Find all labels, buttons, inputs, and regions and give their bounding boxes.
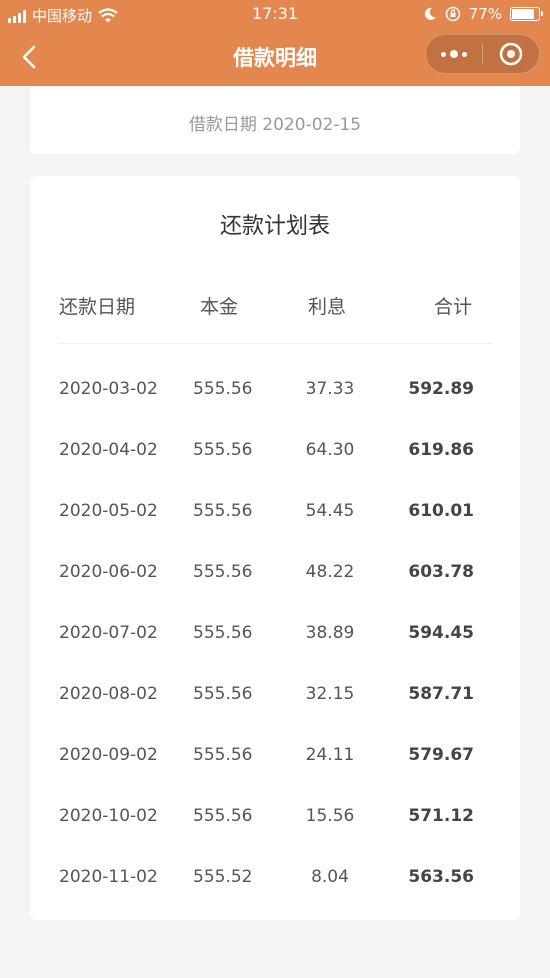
row-date: 2020-06-02 xyxy=(59,562,158,582)
row-total: 563.56 xyxy=(408,867,474,887)
loan-info-card: 借款日期 2020-02-15 xyxy=(30,86,520,154)
close-miniprogram-button[interactable] xyxy=(483,35,539,73)
row-principal: 555.56 xyxy=(193,501,253,521)
row-date: 2020-11-02 xyxy=(59,867,158,887)
header-divider xyxy=(58,343,492,344)
row-principal: 555.56 xyxy=(193,379,253,399)
moon-icon xyxy=(424,7,436,20)
table-row: 2020-03-02 555.56 37.33 592.89 xyxy=(30,369,520,409)
row-total: 592.89 xyxy=(408,379,474,399)
miniprogram-capsule xyxy=(425,34,540,74)
row-interest: 24.11 xyxy=(305,745,355,765)
row-date: 2020-03-02 xyxy=(59,379,158,399)
more-dots-icon xyxy=(441,50,467,58)
target-close-icon xyxy=(499,42,523,66)
table-row: 2020-05-02 555.56 54.45 610.01 xyxy=(30,491,520,531)
row-principal: 555.56 xyxy=(193,623,253,643)
app-header: 中国移动 17:31 77% 借款明细 xyxy=(0,0,550,86)
row-total: 571.12 xyxy=(408,806,474,826)
row-interest: 15.56 xyxy=(305,806,355,826)
row-principal: 555.56 xyxy=(193,562,253,582)
repayment-schedule-card: 还款计划表 还款日期 本金 利息 合计 2020-03-02 555.56 37… xyxy=(30,176,520,920)
row-total: 594.45 xyxy=(408,623,474,643)
row-total: 579.67 xyxy=(408,745,474,765)
row-total: 603.78 xyxy=(408,562,474,582)
orientation-lock-icon xyxy=(445,6,460,22)
row-principal: 555.56 xyxy=(193,745,253,765)
row-principal: 555.52 xyxy=(193,867,253,887)
status-right: 77% xyxy=(423,5,543,23)
header-total: 合计 xyxy=(433,296,472,318)
row-interest: 48.22 xyxy=(305,562,355,582)
row-interest: 32.15 xyxy=(305,684,355,704)
row-interest: 64.30 xyxy=(305,440,355,460)
schedule-title: 还款计划表 xyxy=(219,214,330,239)
row-principal: 555.56 xyxy=(193,806,253,826)
battery-percent: 77% xyxy=(468,5,502,23)
table-row: 2020-04-02 555.56 64.30 619.86 xyxy=(30,430,520,470)
header-principal: 本金 xyxy=(200,296,239,318)
table-row: 2020-11-02 555.52 8.04 563.56 xyxy=(30,857,520,897)
row-principal: 555.56 xyxy=(193,440,253,460)
row-date: 2020-10-02 xyxy=(59,806,158,826)
table-row: 2020-07-02 555.56 38.89 594.45 xyxy=(30,613,520,653)
table-row: 2020-06-02 555.56 48.22 603.78 xyxy=(30,552,520,592)
row-date: 2020-08-02 xyxy=(59,684,158,704)
row-total: 619.86 xyxy=(408,440,474,460)
row-interest: 54.45 xyxy=(305,501,355,521)
row-total: 610.01 xyxy=(408,501,474,521)
nav-bar: 借款明细 xyxy=(0,30,550,86)
table-row: 2020-09-02 555.56 24.11 579.67 xyxy=(30,735,520,775)
row-date: 2020-07-02 xyxy=(59,623,158,643)
table-row: 2020-08-02 555.56 32.15 587.71 xyxy=(30,674,520,714)
row-total: 587.71 xyxy=(408,684,474,704)
row-date: 2020-04-02 xyxy=(59,440,158,460)
row-interest: 38.89 xyxy=(305,623,355,643)
row-principal: 555.56 xyxy=(193,684,253,704)
more-button[interactable] xyxy=(426,35,482,73)
row-date: 2020-09-02 xyxy=(59,745,158,765)
battery-icon xyxy=(510,7,543,21)
header-interest: 利息 xyxy=(308,296,347,318)
header-date: 还款日期 xyxy=(59,296,136,318)
loan-date: 借款日期 2020-02-15 xyxy=(188,115,362,135)
table-row: 2020-10-02 555.56 15.56 571.12 xyxy=(30,796,520,836)
row-date: 2020-05-02 xyxy=(59,501,158,521)
status-bar: 中国移动 17:31 77% xyxy=(0,0,550,30)
row-interest: 37.33 xyxy=(305,379,355,399)
row-interest: 8.04 xyxy=(311,867,349,887)
